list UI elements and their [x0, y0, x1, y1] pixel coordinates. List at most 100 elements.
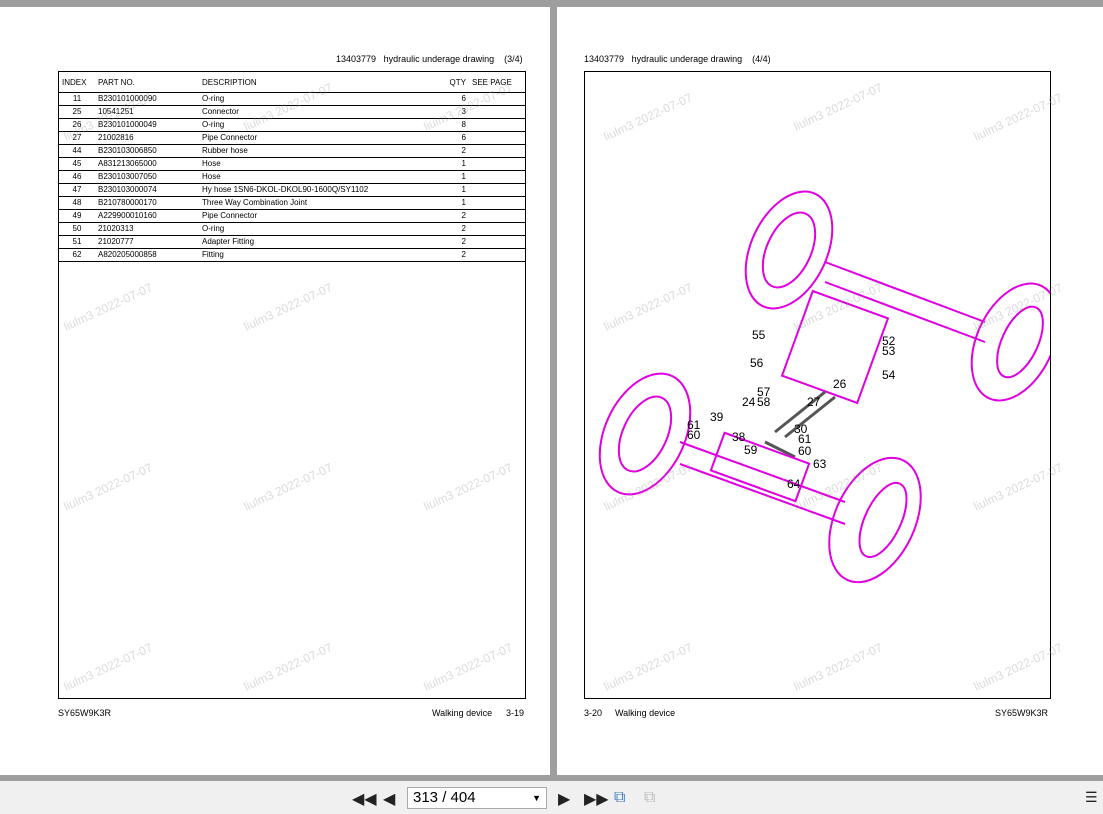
- table-row: 44 B230103006850 Rubber hose 2: [59, 144, 525, 158]
- callout-label: 39: [710, 410, 724, 424]
- callout-label: 60: [687, 428, 701, 442]
- table-cell: 1: [433, 170, 469, 184]
- table-cell: [469, 118, 525, 132]
- table-row: 50 21020313 O-ring 2: [59, 222, 525, 236]
- table-cell: 62: [59, 248, 95, 262]
- footer-section: Walking device: [615, 708, 676, 718]
- table-cell: Hose: [199, 157, 433, 171]
- callout-label: 53: [882, 344, 896, 358]
- table-cell: 21002816: [95, 131, 199, 145]
- first-page-button[interactable]: ◀◀: [352, 789, 377, 809]
- callout-label: 24: [742, 395, 756, 409]
- callout-label: 58: [757, 395, 771, 409]
- table-cell: [469, 183, 525, 197]
- callout-label: 55: [752, 328, 766, 342]
- table-cell: [469, 209, 525, 223]
- page-selector[interactable]: 313 / 404 ▼: [407, 787, 547, 809]
- table-row: 45 A831213065000 Hose 1: [59, 157, 525, 171]
- table-row: 49 A229900010160 Pipe Connector 2: [59, 209, 525, 223]
- table-cell: 3: [433, 105, 469, 119]
- table-cell: Pipe Connector: [199, 131, 433, 145]
- table-cell: B230103006850: [95, 144, 199, 158]
- callout-label: 64: [787, 477, 801, 491]
- table-cell: O-ring: [199, 222, 433, 236]
- table-cell: [469, 105, 525, 119]
- footer-page: 3-19: [506, 708, 525, 718]
- fit-page-icon[interactable]: ⧉: [614, 789, 625, 807]
- front-axle: [824, 261, 986, 343]
- viewer-toolbar: ◀◀ ◀ 313 / 404 ▼ ▶ ▶▶ ⧉ ⧉ ☰: [0, 781, 1103, 814]
- table-row: 46 B230103007050 Hose 1: [59, 170, 525, 184]
- table-cell: 50: [59, 222, 95, 236]
- callout-label: 54: [882, 368, 896, 382]
- table-cell: Adapter Fitting: [199, 235, 433, 249]
- table-cell: 2: [433, 144, 469, 158]
- drawing-part: (4/4): [752, 54, 771, 64]
- table-cell: 2: [433, 222, 469, 236]
- tire-front-right: [970, 282, 1060, 402]
- table-cell: 26: [59, 118, 95, 132]
- table-cell: 10541251: [95, 105, 199, 119]
- table-cell: [469, 144, 525, 158]
- table-cell: 47: [59, 183, 95, 197]
- drawing-title: hydraulic underage drawing: [631, 54, 743, 64]
- table-cell: 25: [59, 105, 95, 119]
- table-cell: 27: [59, 131, 95, 145]
- tire-rear-right: [828, 456, 922, 584]
- table-cell: Pipe Connector: [199, 209, 433, 223]
- table-cell: 6: [433, 92, 469, 106]
- table-cell: B230103000074: [95, 183, 199, 197]
- footer-model: SY65W9K3R: [58, 708, 112, 718]
- table-cell: O-ring: [199, 118, 433, 132]
- left-page: 13403779 hydraulic underage drawing (3/4…: [0, 7, 550, 775]
- column-header: DESCRIPTION: [199, 72, 433, 93]
- footer-section: Walking device: [432, 708, 493, 718]
- table-cell: [469, 92, 525, 106]
- next-page-button[interactable]: ▶: [558, 789, 570, 809]
- doc-number: 13403779: [336, 54, 377, 64]
- callout-label: 63: [813, 457, 827, 471]
- table-cell: 1: [433, 157, 469, 171]
- table-cell: [469, 235, 525, 249]
- page-indicator: 313 / 404: [413, 789, 476, 806]
- table-cell: 51: [59, 235, 95, 249]
- table-cell: B230103007050: [95, 170, 199, 184]
- table-cell: Three Way Combination Joint: [199, 196, 433, 210]
- column-header: QTY: [433, 72, 469, 93]
- column-header: PART NO.: [95, 72, 199, 93]
- two-page-icon[interactable]: ⧉: [644, 789, 655, 807]
- undercarriage-drawing: 55 525356545724 58 2726396160 38306160596364: [598, 190, 1060, 584]
- table-cell: B230101000090: [95, 92, 199, 106]
- menu-icon[interactable]: ☰: [1085, 789, 1098, 806]
- table-row: 47 B230103000074 Hy hose 1SN6-DKOL-DKOL90-…: [59, 183, 525, 197]
- doc-number: 13403779: [584, 54, 625, 64]
- table-cell: 2: [433, 235, 469, 249]
- table-cell: 1: [433, 183, 469, 197]
- table-cell: A229900010160: [95, 209, 199, 223]
- footer-page: 3-20: [584, 708, 603, 718]
- callout-label: 59: [744, 443, 758, 457]
- table-cell: Connector: [199, 105, 433, 119]
- table-cell: [469, 222, 525, 236]
- table-cell: 44: [59, 144, 95, 158]
- table-cell: O-ring: [199, 92, 433, 106]
- previous-page-button[interactable]: ◀: [383, 789, 395, 809]
- right-page: 13403779 hydraulic underage drawing (4/4…: [557, 7, 1103, 775]
- page-header: 13403779 hydraulic underage drawing (3/4…: [336, 54, 523, 64]
- table-cell: 46: [59, 170, 95, 184]
- callout-label: 56: [750, 356, 764, 370]
- table-row: 27 21002816 Pipe Connector 6: [59, 131, 525, 145]
- table-cell: [469, 170, 525, 184]
- table-cell: [469, 196, 525, 210]
- table-cell: [469, 157, 525, 171]
- table-row: 25 10541251 Connector 3: [59, 105, 525, 119]
- drawing-title: hydraulic underage drawing: [383, 54, 495, 64]
- table-cell: 2: [433, 209, 469, 223]
- table-cell: 8: [433, 118, 469, 132]
- last-page-button[interactable]: ▶▶: [584, 789, 609, 809]
- table-cell: [469, 248, 525, 262]
- page-header: 13403779 hydraulic underage drawing (4/4…: [584, 54, 771, 64]
- table-row: 48 B210780000170 Three Way Combination Joi…: [59, 196, 525, 210]
- table-row: 26 B230101000049 O-ring 8: [59, 118, 525, 132]
- table-cell: 11: [59, 92, 95, 106]
